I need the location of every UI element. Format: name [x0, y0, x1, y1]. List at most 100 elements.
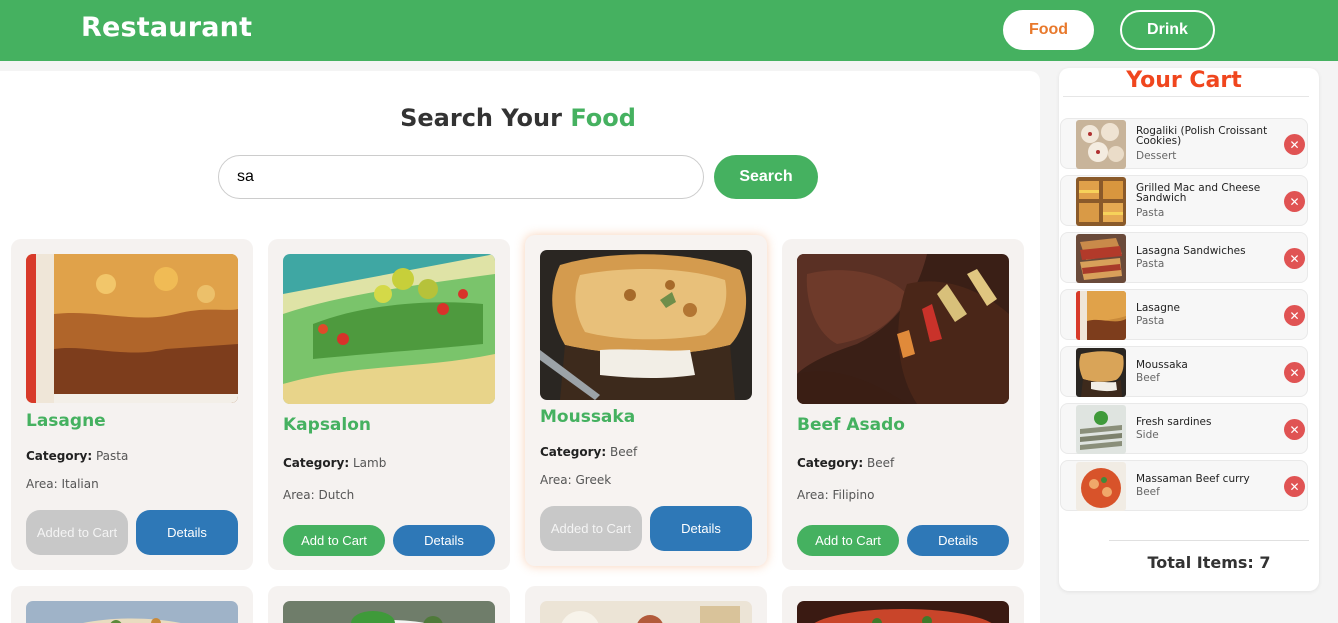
cart-item-name: Rogaliki (Polish Croissant Cookies) [1136, 125, 1268, 147]
details-button[interactable]: Details [650, 506, 752, 551]
category-label: Category: [26, 449, 93, 463]
area-label: Area: [283, 488, 315, 502]
cart-item-name: Fresh sardines [1136, 416, 1212, 428]
added-to-cart-button[interactable]: Added to Cart [26, 510, 128, 555]
food-card-partial [268, 586, 510, 623]
cart-item-category: Beef [1136, 372, 1160, 384]
cart-item: Lasagna Sandwiches Pasta ✕ [1060, 232, 1308, 283]
top-navbar: Restaurant Food Drink [0, 0, 1338, 61]
details-button[interactable]: Details [393, 525, 495, 556]
category-value: Lamb [352, 456, 387, 470]
food-area: Area: Dutch [283, 488, 354, 502]
cart-item-category: Beef [1136, 486, 1160, 498]
food-area: Area: Italian [26, 477, 99, 491]
details-button[interactable]: Details [136, 510, 238, 555]
cart-item: Fresh sardines Side ✕ [1060, 403, 1308, 454]
nav-food-button[interactable]: Food [1003, 10, 1094, 50]
food-image-moussaka [540, 250, 752, 400]
food-image-partial [283, 601, 495, 623]
remove-item-button[interactable]: ✕ [1284, 134, 1305, 155]
cart-item-thumbnail [1076, 177, 1126, 226]
cart-item: Grilled Mac and Cheese Sandwich Pasta ✕ [1060, 175, 1308, 226]
food-image-beef-asado [797, 254, 1009, 404]
cart-item: Lasagne Pasta ✕ [1060, 289, 1308, 340]
remove-item-button[interactable]: ✕ [1284, 476, 1305, 497]
cart-title: Your Cart [1126, 68, 1242, 93]
cart-item-category: Pasta [1136, 258, 1165, 270]
area-label: Area: [797, 488, 829, 502]
food-name: Beef Asado [797, 415, 905, 435]
area-label: Area: [540, 473, 572, 487]
brand-logo[interactable]: Restaurant [81, 12, 252, 43]
search-heading: Search Your Food [0, 104, 1036, 132]
food-category: Category: Beef [797, 456, 894, 470]
food-image-partial [540, 601, 752, 623]
remove-item-button[interactable]: ✕ [1284, 191, 1305, 212]
food-card-moussaka: Moussaka Category: Beef Area: Greek Adde… [525, 235, 767, 566]
cart-item-category: Dessert [1136, 150, 1177, 162]
cart-total-items: Total Items: 7 [1147, 553, 1271, 572]
food-card-partial [782, 586, 1024, 623]
close-icon: ✕ [1289, 308, 1300, 323]
cart-item-category: Pasta [1136, 207, 1165, 219]
area-value: Filipino [832, 488, 875, 502]
food-image-kapsalon [283, 254, 495, 404]
food-image-partial [26, 601, 238, 623]
food-name: Moussaka [540, 407, 636, 427]
cart-item: Rogaliki (Polish Croissant Cookies) Dess… [1060, 118, 1308, 169]
category-value: Pasta [95, 449, 129, 463]
close-icon: ✕ [1289, 479, 1300, 494]
category-value: Beef [866, 456, 895, 470]
area-value: Italian [61, 477, 99, 491]
category-label: Category: [283, 456, 350, 470]
search-heading-prefix: Search Your [400, 104, 562, 132]
remove-item-button[interactable]: ✕ [1284, 362, 1305, 383]
cart-item-name: Grilled Mac and Cheese Sandwich [1136, 182, 1261, 204]
cart-divider [1063, 96, 1309, 97]
food-image-partial [797, 601, 1009, 623]
details-button[interactable]: Details [907, 525, 1009, 556]
cart-item-thumbnail [1076, 120, 1126, 169]
close-icon: ✕ [1289, 422, 1300, 437]
area-label: Area: [26, 477, 58, 491]
category-value: Beef [609, 445, 638, 459]
category-label: Category: [540, 445, 607, 459]
remove-item-button[interactable]: ✕ [1284, 419, 1305, 440]
search-button[interactable]: Search [714, 155, 818, 199]
cart-item-name: Moussaka [1136, 359, 1188, 371]
search-heading-accent: Food [570, 104, 636, 132]
area-value: Dutch [318, 488, 355, 502]
cart-item-thumbnail [1076, 405, 1126, 454]
food-card-beef-asado: Beef Asado Category: Beef Area: Filipino… [782, 239, 1024, 570]
nav-drink-button[interactable]: Drink [1120, 10, 1215, 50]
food-area: Area: Filipino [797, 488, 874, 502]
food-name: Kapsalon [283, 415, 372, 435]
food-category: Category: Pasta [26, 449, 128, 463]
add-to-cart-button[interactable]: Add to Cart [797, 525, 899, 556]
cart-item-thumbnail [1076, 348, 1126, 397]
close-icon: ✕ [1289, 194, 1300, 209]
food-name: Lasagne [26, 411, 106, 431]
cart-item-category: Side [1136, 429, 1159, 441]
food-card-partial [525, 586, 767, 623]
close-icon: ✕ [1289, 365, 1300, 380]
cart-panel: Your Cart Rogaliki (Polish Croissant Coo… [1059, 68, 1319, 591]
search-input[interactable] [218, 155, 704, 199]
add-to-cart-button[interactable]: Add to Cart [283, 525, 385, 556]
remove-item-button[interactable]: ✕ [1284, 248, 1305, 269]
remove-item-button[interactable]: ✕ [1284, 305, 1305, 326]
area-value: Greek [575, 473, 612, 487]
cart-item-name: Lasagna Sandwiches [1136, 245, 1246, 257]
cart-item-name: Massaman Beef curry [1136, 473, 1250, 485]
added-to-cart-button[interactable]: Added to Cart [540, 506, 642, 551]
food-category: Category: Beef [540, 445, 637, 459]
category-label: Category: [797, 456, 864, 470]
cart-item-thumbnail [1076, 291, 1126, 340]
food-card-kapsalon: Kapsalon Category: Lamb Area: Dutch Add … [268, 239, 510, 570]
close-icon: ✕ [1289, 251, 1300, 266]
cart-item-category: Pasta [1136, 315, 1165, 327]
cart-item-thumbnail [1076, 462, 1126, 511]
cart-item-thumbnail [1076, 234, 1126, 283]
cart-item: Moussaka Beef ✕ [1060, 346, 1308, 397]
cart-item-name: Lasagne [1136, 302, 1180, 314]
